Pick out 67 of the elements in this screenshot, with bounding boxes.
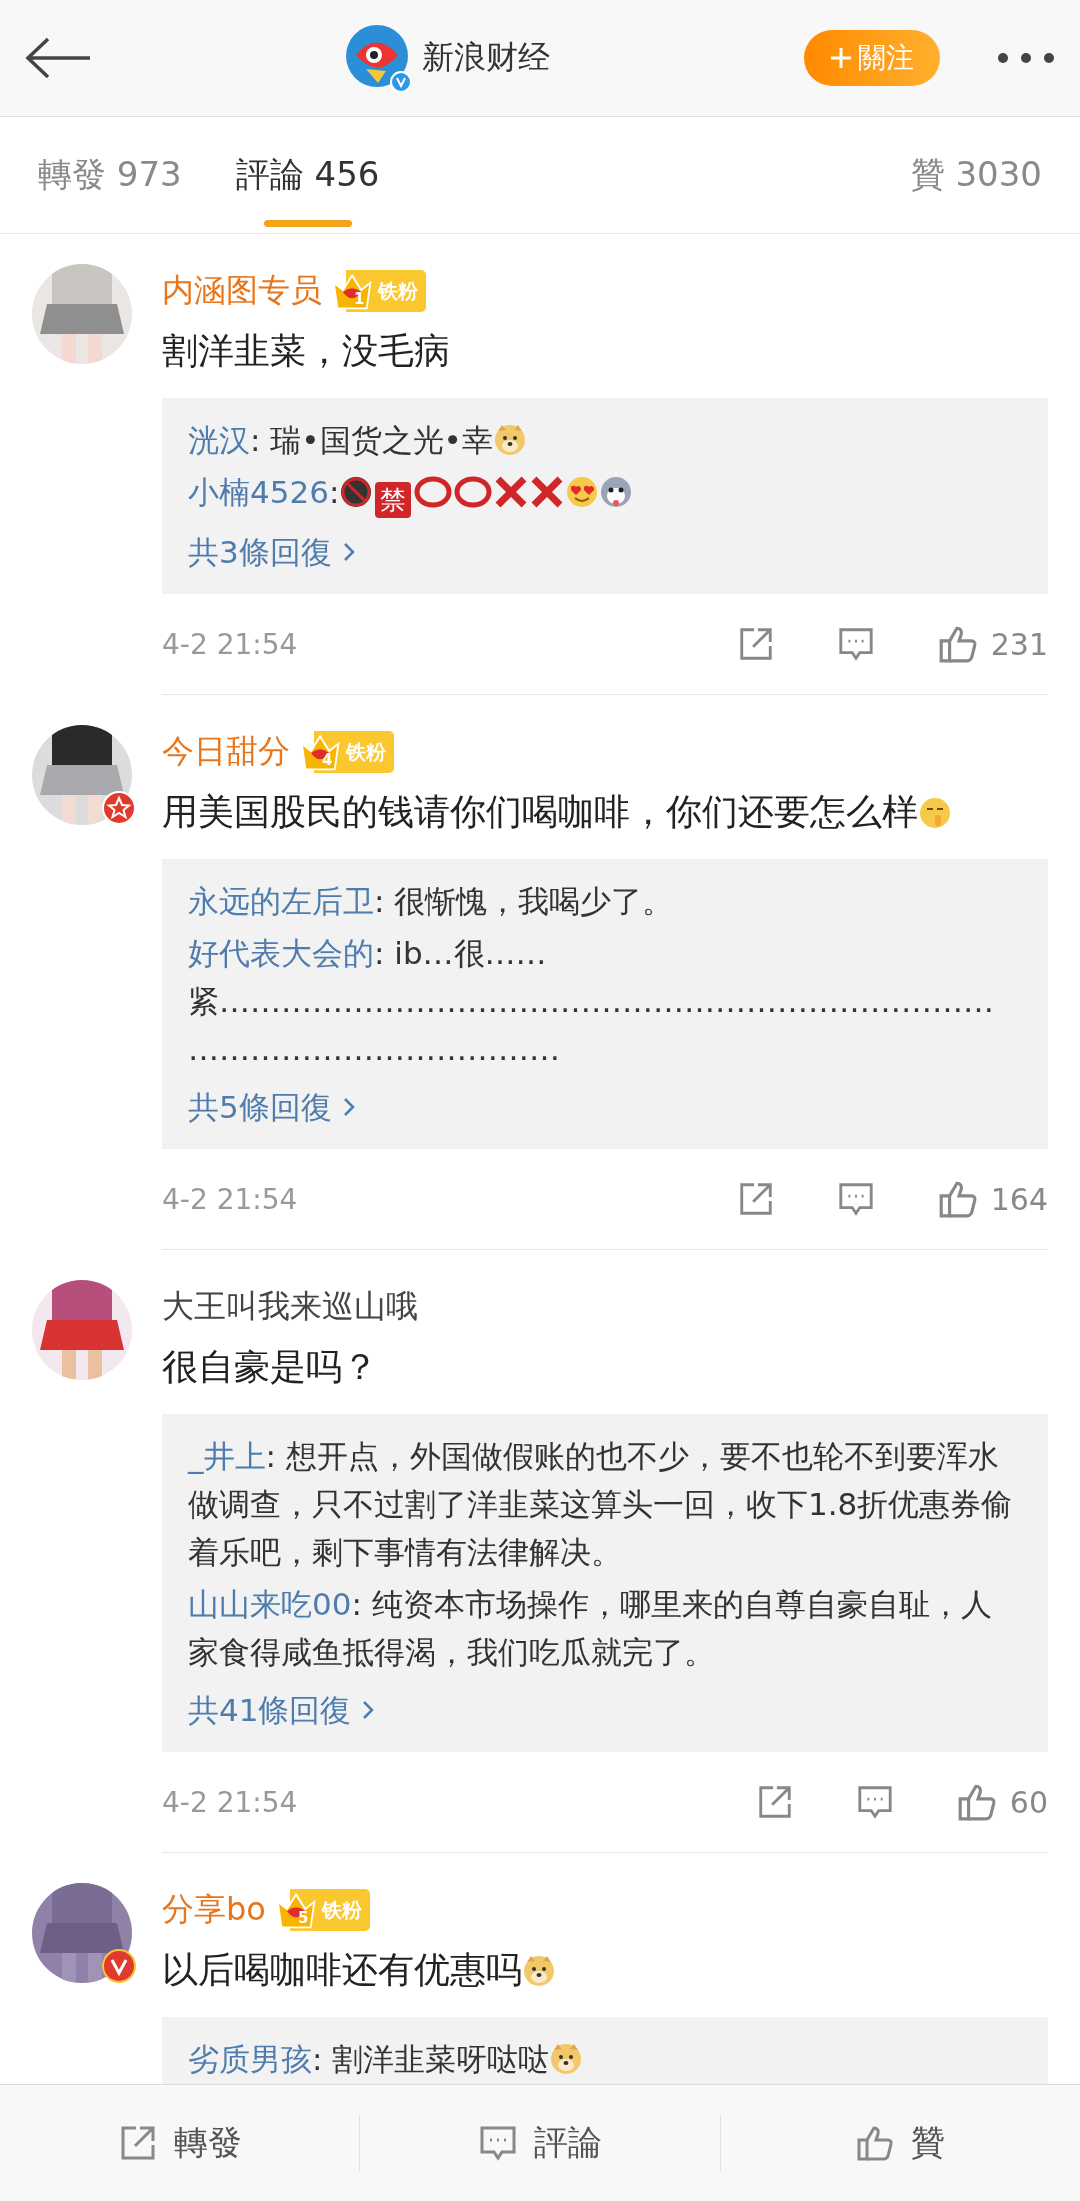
comment-text: 以后喝咖啡还有优惠吗 [162, 1943, 1048, 1997]
plus-icon [830, 47, 852, 69]
dog-face-icon [522, 1954, 556, 1988]
comment-text: 很自豪是吗？ [162, 1345, 379, 1389]
like-button[interactable]: 60 [955, 1781, 1048, 1823]
tab[interactable]: 贊 3030 [910, 117, 1042, 233]
chevron-right-icon [341, 541, 356, 563]
comment-icon [836, 625, 875, 663]
fan-badge: 4 铁粉 [300, 731, 394, 773]
comment-text: 用美国股民的钱请你们喝咖啡，你们还要怎么样 [162, 785, 1048, 839]
reply-text: _井上: 想开点，外国做假账的也不少，要不也轮不到要浑水做调查，只不过割了洋韭菜这算头一回，收下1.8折优惠券偷着乐吧，剩下事情有法律解决。 [188, 1437, 1014, 1572]
reply-user-link[interactable]: 小楠4526 [188, 474, 329, 510]
reply-text: 小楠4526: 禁 [188, 468, 1022, 518]
reply-user-link[interactable]: 洸汉 [188, 422, 250, 458]
comment-button[interactable] [836, 625, 875, 663]
tab[interactable]: 評論 456 [235, 117, 380, 233]
reply-user-link[interactable]: 好代表大会的 [188, 935, 374, 971]
shushing-face-icon [918, 796, 952, 830]
comment-icon [836, 1180, 875, 1218]
ring-icon [453, 475, 494, 509]
comment-time: 4-2 21:54 [162, 1182, 299, 1216]
comment-button[interactable] [855, 1783, 894, 1821]
like-button[interactable]: 231 [936, 623, 1048, 665]
comment-time: 4-2 21:54 [162, 1785, 299, 1819]
chevron-right-icon [341, 1096, 356, 1118]
verified-badge-icon [102, 1949, 136, 1983]
reply-text: 永远的左后卫: 很惭愧，我喝少了。 [188, 882, 675, 921]
comment-button[interactable] [836, 1180, 875, 1218]
reply-user-link[interactable]: _井上 [188, 1438, 266, 1474]
comment-button[interactable]: 評論 [359, 2115, 720, 2171]
user-name[interactable]: 分享bo [162, 1888, 266, 1932]
forbidden-sign: 禁 [375, 482, 412, 518]
user-name[interactable]: 大王叫我来巡山哦 [162, 1285, 418, 1329]
repost-button[interactable]: 轉發 [0, 2115, 360, 2171]
prohibited-sign-icon [339, 475, 374, 509]
dog-face-icon [549, 2042, 584, 2076]
more-replies-link[interactable]: 共41條回復 [188, 1686, 376, 1734]
user-name[interactable]: 今日甜分 [162, 730, 290, 774]
tab[interactable]: 轉發 973 [38, 117, 182, 233]
reply-user-link[interactable]: 劣质男孩 [188, 2041, 312, 2077]
comment-text: 割洋韭菜，没毛病 [162, 329, 451, 373]
reply-user-link[interactable]: 山山来吃00 [188, 1586, 352, 1622]
account-name: 新浪财经 [422, 37, 550, 78]
star-badge-icon [102, 791, 136, 825]
fan-badge: 1 铁粉 [332, 270, 426, 312]
heart-eyes-face-icon [565, 475, 600, 509]
follow-button[interactable]: 關注 [804, 30, 940, 86]
ring-icon [413, 475, 454, 509]
dog-face-icon [492, 423, 527, 457]
more-icon[interactable] [996, 51, 1056, 65]
comment-icon [855, 1783, 894, 1821]
reply-user-link[interactable]: 永远的左后卫 [188, 883, 374, 919]
reply-text: 洸汉: 瑞•国货之光•幸 [188, 416, 1022, 464]
comment-time: 4-2 21:54 [162, 627, 299, 661]
reply-text: 好代表大会的: ib…很……紧………………………………………………………………………………………………… [188, 934, 995, 1069]
reply-text: 山山来吃00: 纯资本市场操作，哪里来的自尊自豪自耻，人家食得咸鱼抵得渴，我们吃瓜就完了。 [188, 1585, 993, 1672]
back-button[interactable] [24, 36, 92, 80]
reply-text: 劣质男孩: 割洋韭菜呀哒哒 [188, 2035, 1022, 2083]
account-logo-icon [346, 25, 408, 87]
like-button[interactable]: 贊 [719, 2115, 1080, 2171]
back-arrow-icon [24, 36, 92, 80]
user-name[interactable]: 内涵图专员 [162, 269, 322, 313]
more-replies-link[interactable]: 共3條回復 [188, 528, 356, 576]
more-replies-link[interactable]: 共5條回復 [188, 1083, 356, 1131]
husky-face-icon [599, 475, 634, 509]
like-button[interactable]: 164 [936, 1178, 1048, 1220]
chevron-right-icon [361, 1699, 376, 1721]
